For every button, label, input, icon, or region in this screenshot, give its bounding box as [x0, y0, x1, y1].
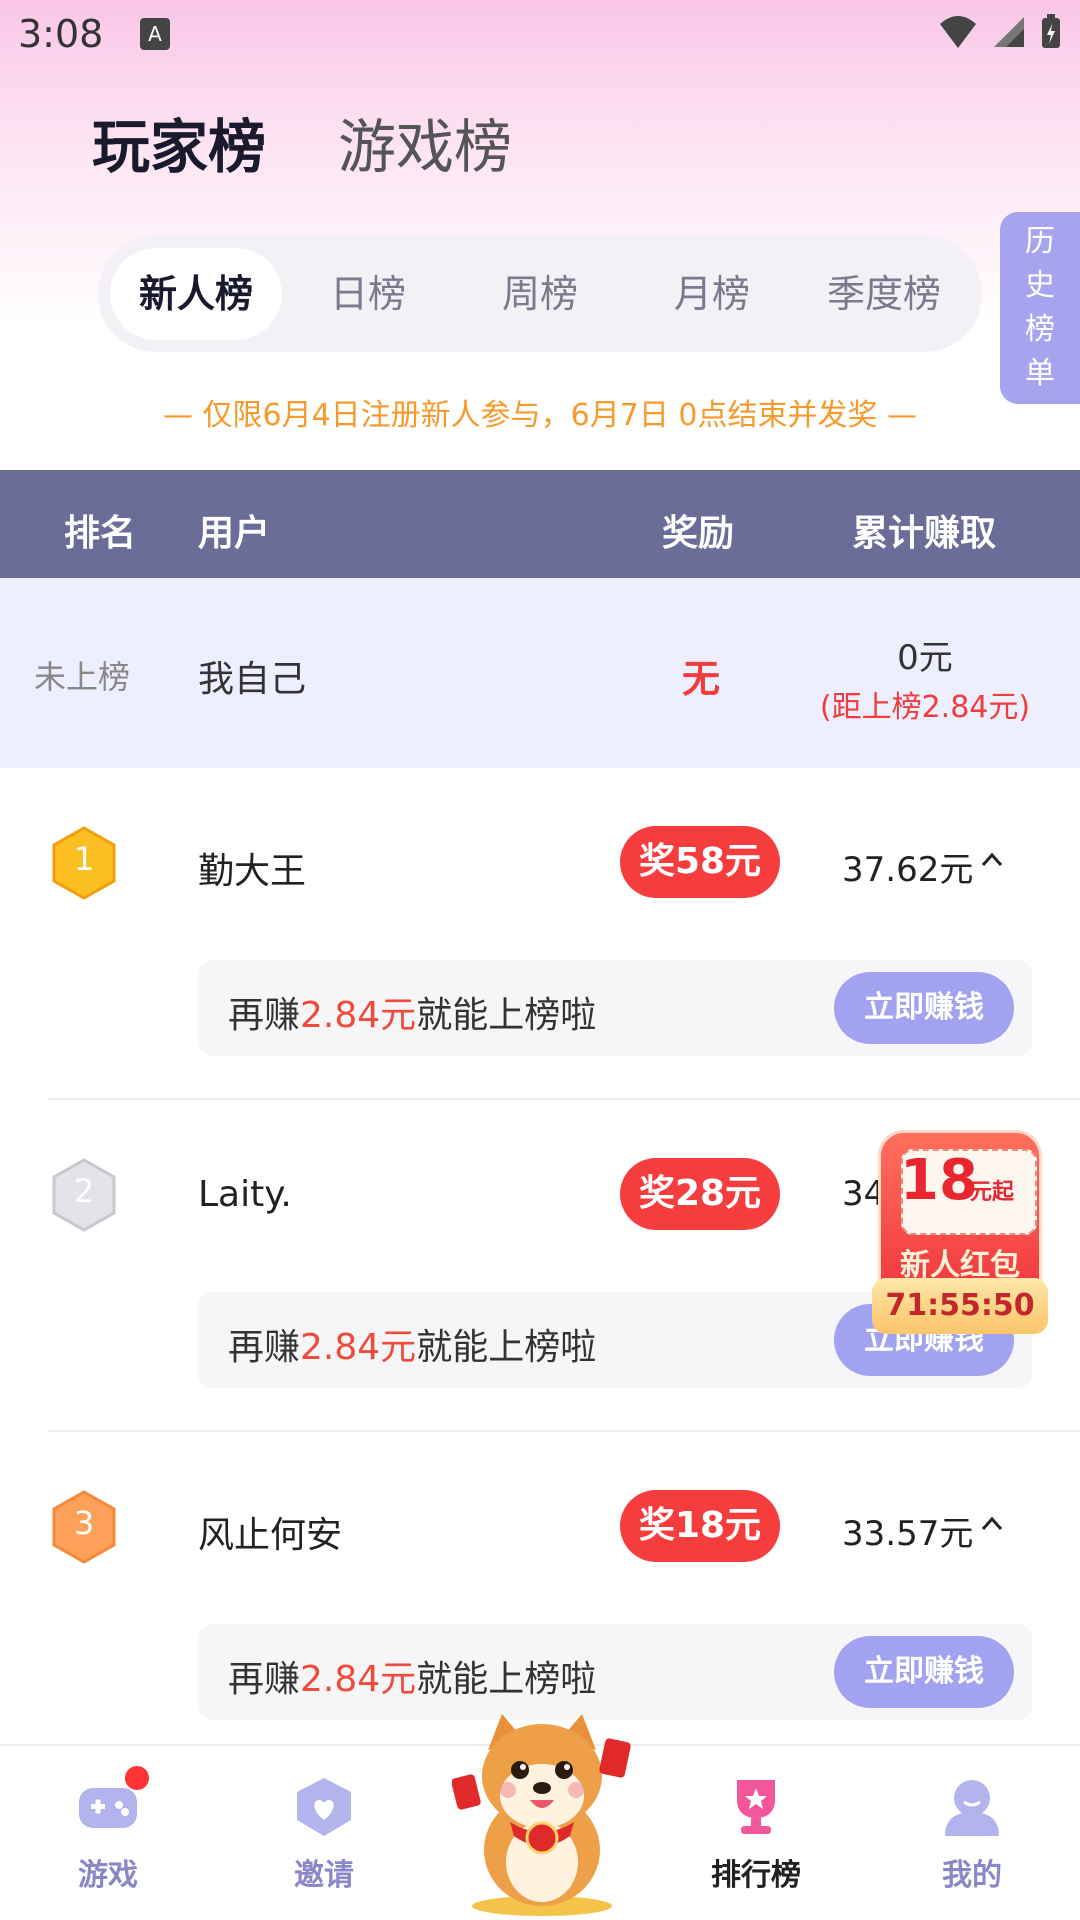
ranking-row: 1 勤大王 奖58元 37.62元 再赚2.84元就能上榜啦 立即赚钱 — [0, 768, 1080, 1100]
tab-label: 游戏榜 — [338, 113, 513, 181]
header-total: 累计赚取 — [852, 513, 997, 554]
nav-label: 我的 — [942, 1858, 1002, 1893]
history-char: 历 — [1025, 224, 1055, 259]
header-reward: 奖励 — [662, 513, 735, 554]
status-icons — [938, 14, 1062, 50]
rank-badge-silver: 2 — [50, 1158, 118, 1232]
rank-hint-box: 再赚2.84元就能上榜啦 立即赚钱 — [198, 960, 1032, 1056]
tab-game-ranking[interactable]: 游戏榜 — [338, 100, 512, 184]
subtab-daily[interactable]: 日榜 — [282, 248, 454, 340]
status-time: 3:08 — [18, 12, 104, 56]
header-user: 用户 — [198, 513, 271, 554]
subtab-weekly[interactable]: 周榜 — [454, 248, 626, 340]
wifi-icon — [940, 16, 976, 48]
history-ranking-button[interactable]: 历 史 榜 单 — [1000, 212, 1080, 404]
earn-now-button[interactable]: 立即赚钱 — [834, 1636, 1014, 1708]
nav-label: 游戏 — [78, 1858, 138, 1893]
gamepad-icon — [77, 1766, 149, 1838]
newcomer-red-packet[interactable]: 18 元起 新人红包 71:55:50 — [872, 1130, 1048, 1336]
chevron-up-icon[interactable] — [980, 1512, 1004, 1536]
rank-badge-bronze: 3 — [50, 1490, 118, 1564]
nav-profile[interactable]: 我的 — [902, 1776, 1042, 1894]
heart-shield-icon — [293, 1776, 355, 1838]
user-icon — [941, 1776, 1003, 1838]
rank-number: 1 — [73, 840, 95, 878]
player-name: 勤大王 — [198, 851, 307, 892]
my-name: 我自己 — [198, 659, 307, 700]
battery-icon — [1042, 14, 1060, 48]
tab-player-ranking[interactable]: 玩家榜 — [92, 100, 269, 184]
player-name: Laity. — [198, 1174, 292, 1215]
reward-badge: 奖28元 — [620, 1158, 780, 1230]
rank-badge-gold: 1 — [50, 826, 118, 900]
event-notice: — 仅限6月4日注册新人参与，6月7日 0点结束并发奖 — — [162, 398, 918, 433]
my-total: 0元 — [897, 638, 953, 678]
header-rank: 排名 — [64, 513, 137, 554]
history-char: 史 — [1025, 268, 1055, 303]
my-gap-to-rank: (距上榜2.84元) — [819, 690, 1031, 725]
status-bar: 3:08 A — [0, 0, 1080, 72]
nav-invite[interactable]: 邀请 — [254, 1776, 394, 1894]
chevron-up-icon[interactable] — [980, 848, 1004, 872]
rank-hint-box: 再赚2.84元就能上榜啦 立即赚钱 — [198, 1624, 1032, 1720]
nav-ranking[interactable]: 排行榜 — [686, 1776, 826, 1894]
rank-number: 3 — [73, 1504, 95, 1542]
history-char: 榜 — [1025, 312, 1055, 347]
reward-badge: 奖58元 — [620, 826, 780, 898]
my-reward: 无 — [682, 657, 721, 701]
subtab-quarterly[interactable]: 季度榜 — [798, 248, 970, 340]
red-packet-timer: 71:55:50 — [872, 1278, 1048, 1334]
tab-label: 玩家榜 — [92, 113, 267, 181]
notification-dot — [125, 1766, 149, 1790]
nav-label: 排行榜 — [711, 1858, 801, 1893]
app-notification-icon: A — [140, 18, 170, 50]
signal-icon — [994, 17, 1024, 47]
my-ranking-row: 未上榜 我自己 无 0元 (距上榜2.84元) — [0, 578, 1080, 768]
trophy-icon — [725, 1776, 787, 1838]
player-total: 37.62元 — [842, 850, 974, 890]
subtab-monthly[interactable]: 月榜 — [626, 248, 798, 340]
shiba-mascot-icon[interactable] — [451, 1710, 632, 1920]
my-rank: 未上榜 — [34, 658, 131, 696]
rank-hint: 再赚2.84元就能上榜啦 — [228, 1327, 597, 1368]
rank-hint: 再赚2.84元就能上榜啦 — [228, 995, 597, 1036]
red-packet-unit: 元起 — [970, 1180, 1015, 1205]
reward-badge: 奖18元 — [620, 1490, 780, 1562]
rank-hint: 再赚2.84元就能上榜啦 — [228, 1659, 597, 1700]
red-packet-amount: 18 — [900, 1148, 978, 1213]
period-tabs: 新人榜 日榜 周榜 月榜 季度榜 — [98, 236, 982, 352]
nav-label: 邀请 — [294, 1858, 354, 1893]
earn-now-button[interactable]: 立即赚钱 — [834, 972, 1014, 1044]
nav-games[interactable]: 游戏 — [38, 1766, 178, 1894]
rank-number: 2 — [73, 1172, 95, 1210]
player-total: 33.57元 — [842, 1514, 974, 1554]
subtab-newcomer[interactable]: 新人榜 — [110, 248, 282, 340]
table-header: 排名 用户 奖励 累计赚取 — [0, 470, 1080, 578]
player-name: 风止何安 — [198, 1515, 343, 1556]
